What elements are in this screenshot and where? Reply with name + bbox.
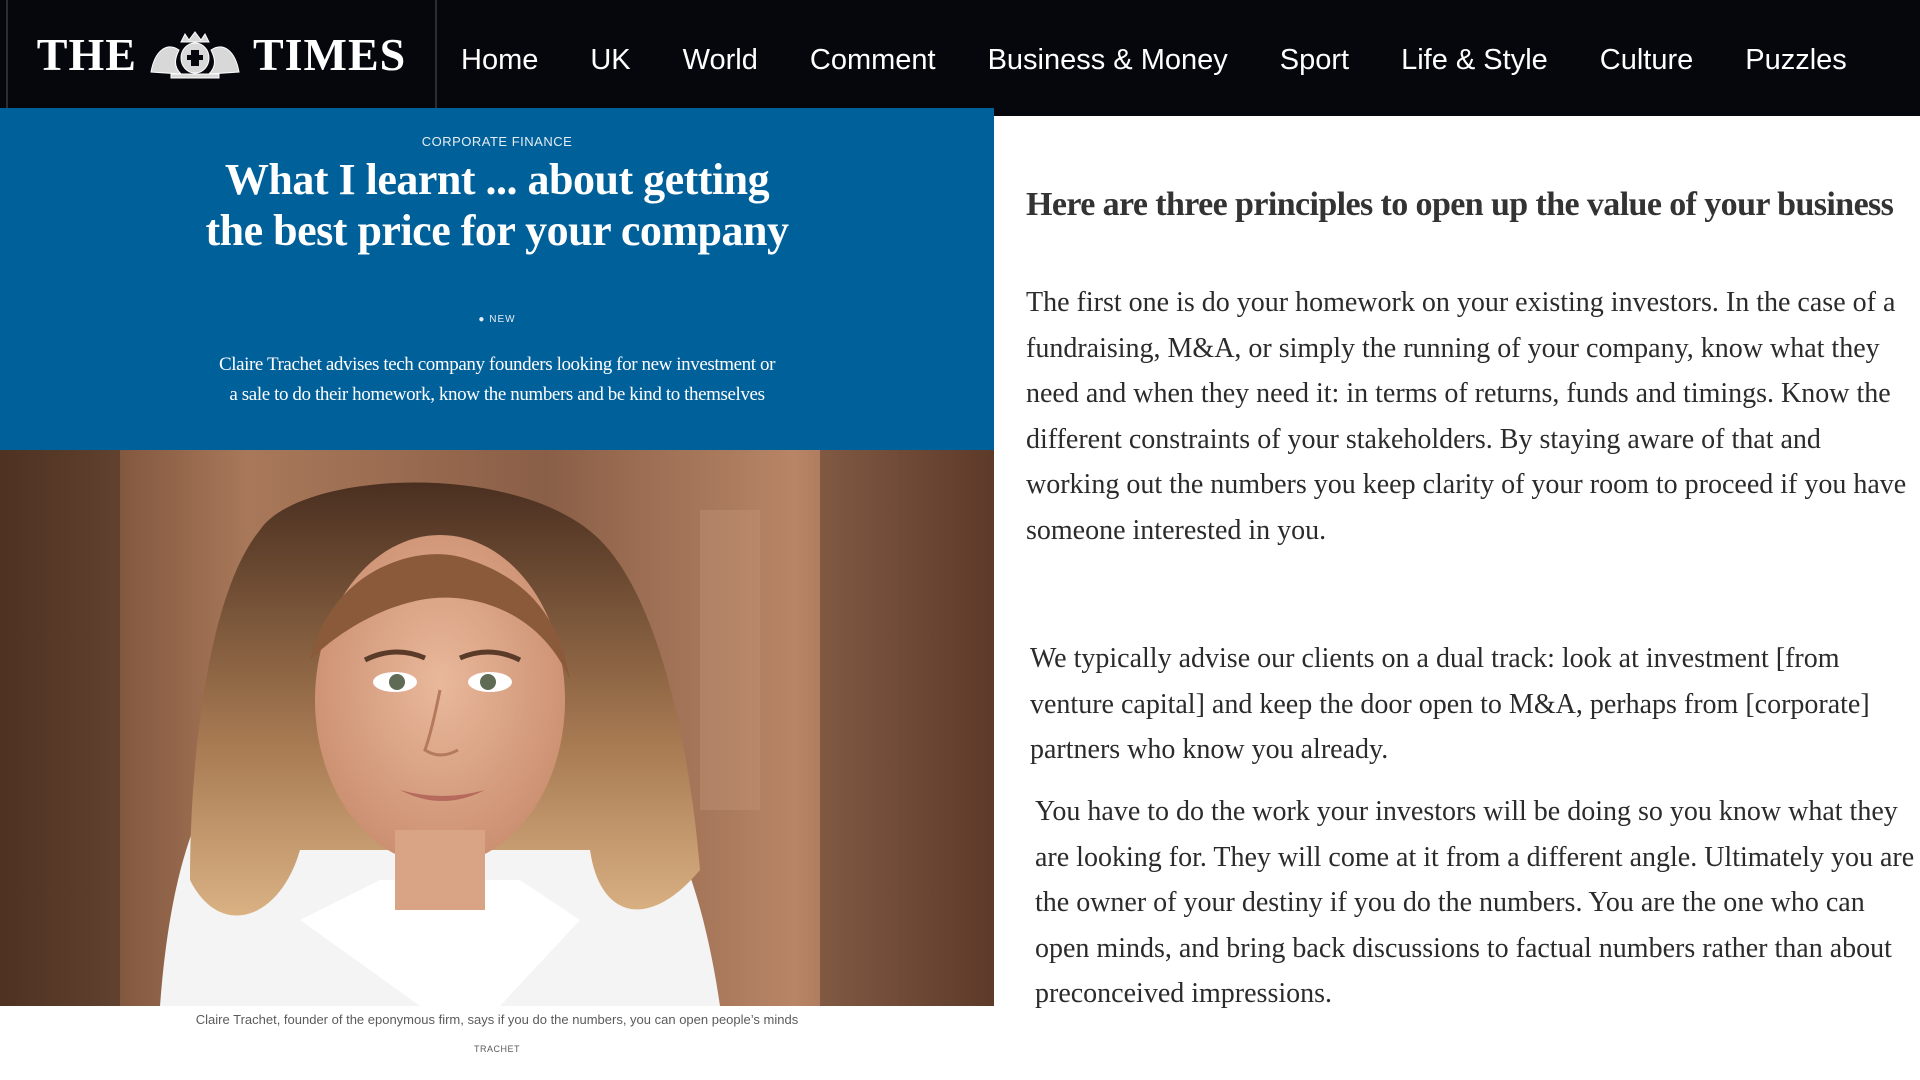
new-badge-label: NEW (489, 314, 516, 325)
nav-world[interactable]: World (683, 44, 758, 77)
section-kicker[interactable]: CORPORATE FINANCE (0, 134, 994, 149)
times-logo[interactable]: THE TIMES (6, 0, 437, 108)
nav-puzzles[interactable]: Puzzles (1745, 44, 1847, 77)
body-subhead: Here are three principles to open up the… (1026, 186, 1894, 223)
article-headline: What I learnt ... about getting the best… (205, 155, 789, 255)
nav-home[interactable]: Home (461, 44, 538, 77)
nav-comment[interactable]: Comment (810, 44, 936, 77)
nav-sport[interactable]: Sport (1280, 44, 1349, 77)
article-standfirst: Claire Trachet advises tech company foun… (218, 354, 776, 405)
body-paragraph: You have to do the work your investors w… (1035, 796, 1915, 1009)
logo-word-the: THE (36, 28, 137, 80)
new-badge: ● NEW (478, 314, 516, 325)
photo-caption: Claire Trachet, founder of the eponymous… (195, 1012, 799, 1027)
portrait-illustration (0, 450, 994, 1006)
nav-life-style[interactable]: Life & Style (1401, 44, 1548, 77)
nav-uk[interactable]: UK (590, 44, 630, 77)
photo-credit: TRACHET (474, 1044, 520, 1054)
article-photo (0, 450, 994, 1006)
main-nav: Home UK World Comment Business & Money S… (435, 0, 1873, 120)
logo-word-times: TIMES (252, 28, 407, 80)
top-navigation-bar: THE TIMES Home UK World Comment Business… (0, 0, 1920, 116)
article-hero: CORPORATE FINANCE What I learnt ... abou… (0, 108, 994, 450)
nav-business-money[interactable]: Business & Money (988, 44, 1228, 77)
nav-culture[interactable]: Culture (1600, 44, 1694, 77)
royal-crest-icon (150, 31, 240, 79)
body-paragraph: The first one is do your homework on you… (1026, 287, 1907, 546)
body-paragraph: We typically advise our clients on a dua… (1030, 643, 1870, 765)
